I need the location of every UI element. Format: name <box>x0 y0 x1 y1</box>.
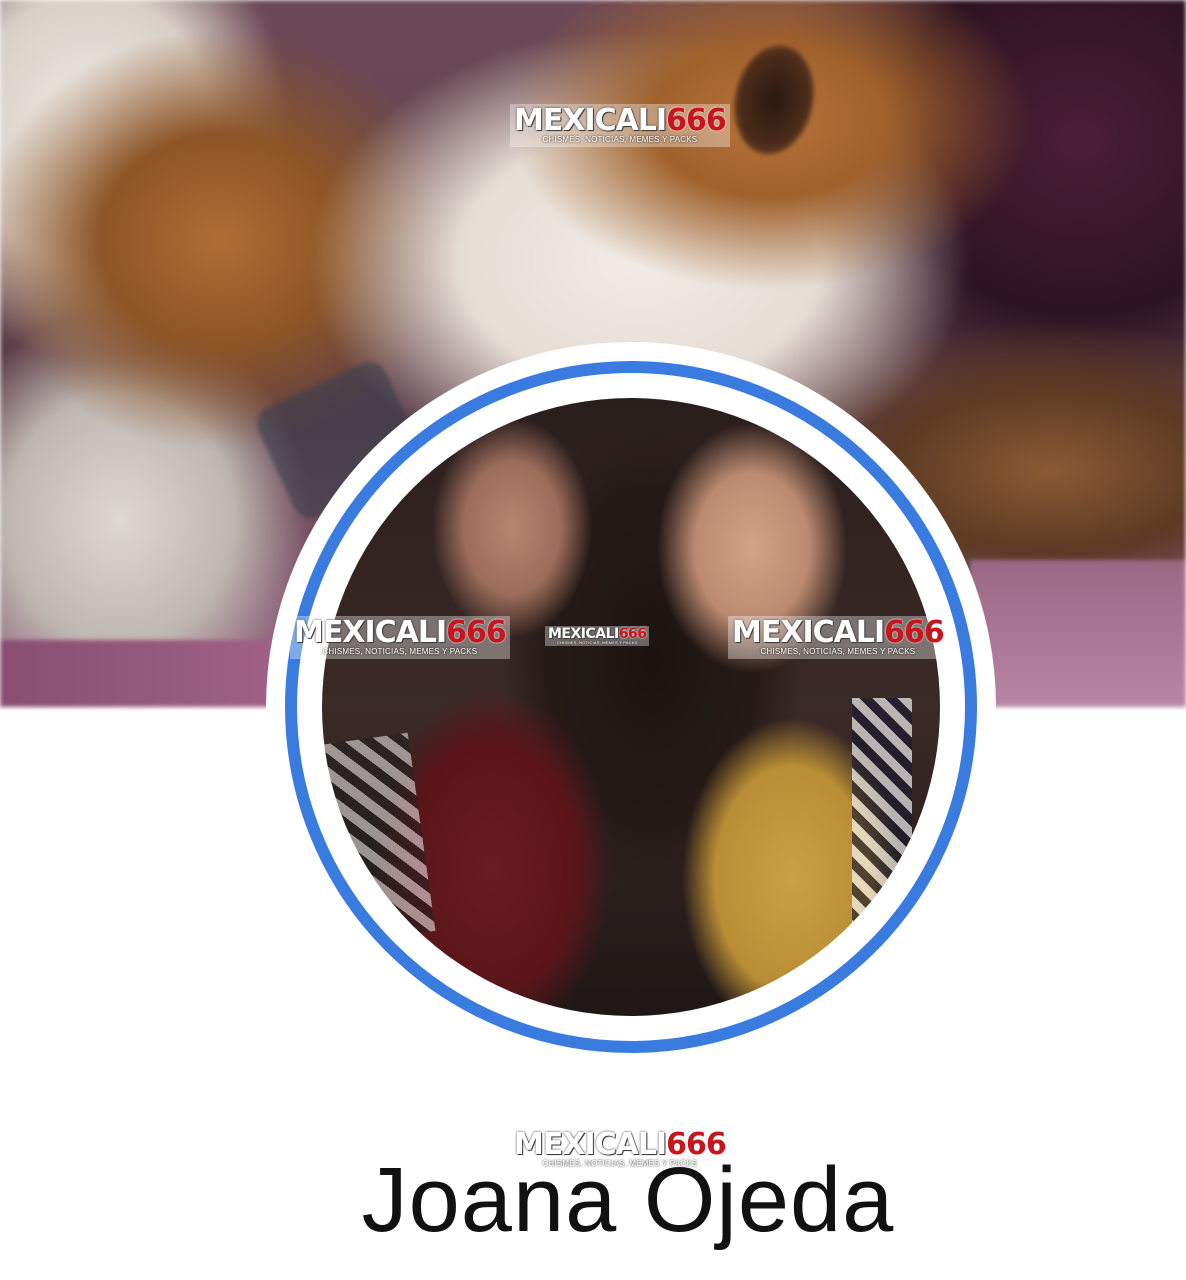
watermark-logo-text: MEXICALI <box>514 103 667 138</box>
cover-photo-fabric <box>970 560 1186 707</box>
cover-photo-fabric <box>0 640 300 707</box>
watermark-tagline: CHISMES, NOTICIAS, MEMES Y PACKS <box>542 135 698 144</box>
watermark-logo-text: MEXICALI <box>732 615 885 650</box>
avatar[interactable] <box>322 398 940 1016</box>
watermark-tagline: CHISMES, NOTICIAS, MEMES Y PACKS <box>322 647 478 656</box>
watermark-logo-number: 666 <box>884 615 945 650</box>
watermark-logo-number: 666 <box>446 615 507 650</box>
watermark-logo: MEXICALI666 CHISMES, NOTICIAS, MEMES Y P… <box>510 104 730 147</box>
watermark-tagline: CHISMES, NOTICIAS, MEMES Y PACKS <box>760 647 916 656</box>
cover-photo-eye <box>724 38 824 162</box>
watermark-logo: MEXICALI666 CHISMES, NOTICIAS, MEMES Y P… <box>545 626 650 646</box>
watermark-logo-text: MEXICALI <box>294 615 447 650</box>
watermark-logo: MEXICALI666 CHISMES, NOTICIAS, MEMES Y P… <box>290 616 510 659</box>
profile-name: Joana Ojeda <box>361 1149 895 1251</box>
avatar-photo-pattern <box>852 698 912 958</box>
watermark-logo: MEXICALI666 CHISMES, NOTICIAS, MEMES Y P… <box>728 616 948 659</box>
watermark-logo-number: 666 <box>666 103 727 138</box>
watermark-tagline: CHISMES, NOTICIAS, MEMES Y PACKS <box>556 640 638 645</box>
